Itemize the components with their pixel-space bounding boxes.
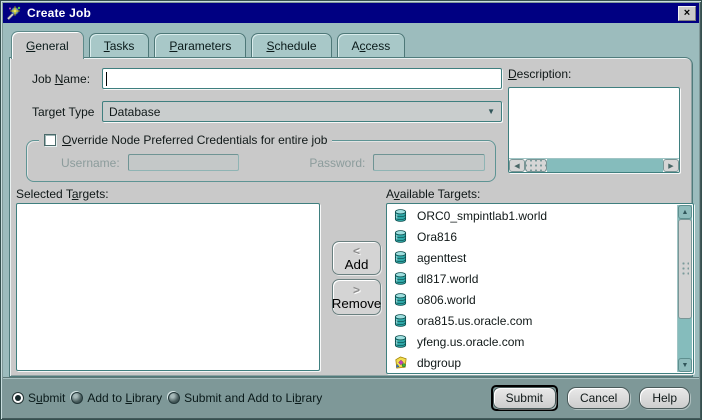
target-name: Ora816 [417, 229, 458, 244]
override-credentials-checkbox[interactable] [44, 134, 56, 146]
username-field[interactable] [127, 154, 240, 171]
hscroll-track[interactable] [547, 159, 663, 172]
target-type-dropdown[interactable]: Database ▼ [102, 101, 502, 122]
database-icon [394, 272, 407, 285]
tab-tasks[interactable]: Tasks [88, 33, 150, 57]
target-name: dl817.world [417, 271, 479, 286]
list-item[interactable]: ora815.us.oracle.com [388, 310, 677, 331]
add-button[interactable]: < Add [332, 241, 381, 275]
radio-unselected-icon[interactable] [168, 391, 181, 404]
dialog-buttons: Submit Cancel Help [490, 384, 690, 411]
selected-targets-list[interactable] [16, 203, 320, 371]
target-type-label: Target Type [32, 105, 95, 119]
available-targets-label: Available Targets: [386, 187, 481, 201]
database-icon [394, 251, 407, 264]
description-text[interactable] [509, 88, 679, 158]
titlebar: Create Job × [3, 3, 699, 23]
vscroll-thumb[interactable] [678, 219, 692, 319]
target-name: yfeng.us.oracle.com [417, 334, 525, 349]
cancel-button[interactable]: Cancel [566, 386, 631, 409]
list-item[interactable]: agenttest [388, 247, 677, 268]
remove-button[interactable]: > Remove [332, 279, 381, 315]
tab-general[interactable]: General [11, 31, 84, 59]
default-button-ring: Submit [490, 384, 558, 411]
tab-access[interactable]: Access [336, 33, 406, 57]
chevron-right-icon: > [352, 283, 360, 297]
tab-strip: General Tasks Parameters Schedule Access [9, 23, 693, 59]
radio-submit-and-add-label: Submit and Add to Library [184, 390, 323, 405]
radio-submit-label: Submit [28, 390, 66, 405]
radio-unselected-icon[interactable] [71, 391, 84, 404]
general-tab-panel: Job Name: Description: ◀ ▶ Target Type D… [9, 57, 694, 377]
text-caret [106, 72, 107, 86]
job-sparkle-icon [7, 5, 21, 20]
create-job-dialog: Create Job × General Tasks Parameters Sc… [0, 0, 702, 420]
scroll-right-icon[interactable]: ▶ [663, 159, 679, 172]
job-name-label: Job Name: [32, 72, 91, 86]
hscroll-thumb[interactable] [525, 159, 547, 172]
list-item[interactable]: yfeng.us.oracle.com [388, 331, 677, 352]
bottom-action-bar: Submit Add to Library Submit and Add to … [3, 377, 699, 417]
database-icon [394, 209, 407, 222]
scroll-left-icon[interactable]: ◀ [509, 159, 525, 172]
target-name: ora815.us.oracle.com [417, 313, 533, 328]
radio-submit-and-add[interactable]: Submit and Add to Library [168, 391, 322, 405]
password-label: Password: [309, 155, 366, 170]
database-icon [394, 293, 407, 306]
group-icon [395, 356, 407, 369]
target-name: dbgroup [417, 355, 462, 370]
scroll-grip-icon [681, 261, 689, 277]
submit-button[interactable]: Submit [492, 386, 556, 409]
radio-selected-icon[interactable] [12, 391, 24, 404]
description-textarea[interactable]: ◀ ▶ [508, 87, 680, 173]
vscroll-track[interactable] [678, 319, 692, 358]
list-item[interactable]: dbgroup [388, 352, 677, 372]
list-item[interactable]: Ora816 [388, 226, 677, 247]
description-label: Description: [508, 67, 572, 81]
target-type-value: Database [109, 104, 161, 119]
database-icon [394, 230, 407, 243]
target-name: agenttest [417, 250, 467, 265]
job-name-input[interactable] [102, 68, 502, 89]
available-targets-vscrollbar[interactable]: ▲ ▼ [677, 205, 692, 372]
username-label: Username: [61, 155, 120, 170]
available-targets-list[interactable]: ORC0_smpintlab1.world Ora816 agenttest d… [386, 203, 694, 374]
database-icon [394, 314, 407, 327]
selected-targets-label: Selected Targets: [16, 187, 109, 201]
window-title: Create Job [27, 6, 92, 20]
radio-submit[interactable]: Submit [12, 391, 65, 405]
chevron-down-icon: ▼ [487, 107, 495, 116]
credentials-groupbox: Override Node Preferred Credentials for … [26, 133, 496, 182]
help-button[interactable]: Help [639, 386, 690, 409]
scroll-up-icon[interactable]: ▲ [678, 205, 692, 219]
target-name: ORC0_smpintlab1.world [417, 208, 548, 223]
database-icon [394, 335, 407, 348]
scroll-down-icon[interactable]: ▼ [678, 358, 692, 372]
tab-schedule[interactable]: Schedule [251, 33, 332, 57]
list-item[interactable]: o806.world [388, 289, 677, 310]
description-hscrollbar[interactable]: ◀ ▶ [509, 158, 679, 172]
list-item[interactable]: dl817.world [388, 268, 677, 289]
target-name: o806.world [417, 292, 476, 307]
dialog-chrome: General Tasks Parameters Schedule Access… [3, 23, 699, 377]
override-credentials-label: Override Node Preferred Credentials for … [62, 133, 328, 147]
tab-parameters[interactable]: Parameters [154, 33, 247, 57]
close-button[interactable]: × [678, 5, 696, 21]
list-item[interactable]: ORC0_smpintlab1.world [388, 205, 677, 226]
password-field[interactable] [373, 154, 485, 171]
radio-add-to-library-label: Add to Library [87, 390, 163, 405]
chevron-left-icon: < [352, 244, 360, 258]
available-targets-rows: ORC0_smpintlab1.world Ora816 agenttest d… [388, 205, 677, 372]
radio-add-to-library[interactable]: Add to Library [71, 391, 162, 405]
